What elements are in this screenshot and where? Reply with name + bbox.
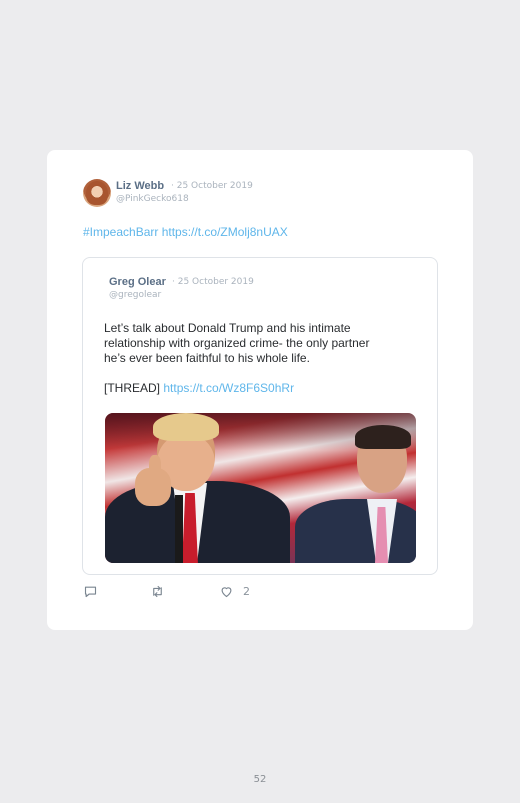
author-handle[interactable]: @PinkGecko618 [116,194,189,204]
avatar[interactable] [83,179,111,207]
thread-link[interactable]: https://t.co/Wz8F6S0hRr [163,381,294,395]
quoted-tweet-thread: [THREAD] https://t.co/Wz8F6S0hRr [104,381,294,395]
quoted-tweet-body: Let’s talk about Donald Trump and his in… [104,321,370,365]
reply-button[interactable] [83,584,98,599]
tweet-text[interactable]: #ImpeachBarr https://t.co/ZMolj8nUAX [83,225,288,239]
page-number: 52 [253,774,267,785]
quoted-tweet-date: · 25 October 2019 [172,277,254,287]
author-name[interactable]: Liz Webb [116,180,164,192]
reply-icon [84,586,97,598]
thread-label: [THREAD] [104,381,161,395]
like-button[interactable]: 2 [219,584,250,599]
like-count: 2 [243,585,250,598]
retweet-button[interactable] [150,584,165,599]
tweet-date: · 25 October 2019 [171,181,253,191]
quoted-tweet-photo[interactable] [105,413,416,563]
tweet-card: Liz Webb · 25 October 2019 @PinkGecko618… [47,150,473,630]
like-icon [221,587,232,598]
retweet-icon [153,585,162,598]
tweet-actions: 2 [83,584,283,602]
quoted-author-name[interactable]: Greg Olear [109,276,166,288]
quoted-tweet[interactable]: Greg Olear · 25 October 2019 @gregolear … [82,257,438,575]
quoted-author-handle[interactable]: @gregolear [109,290,161,300]
